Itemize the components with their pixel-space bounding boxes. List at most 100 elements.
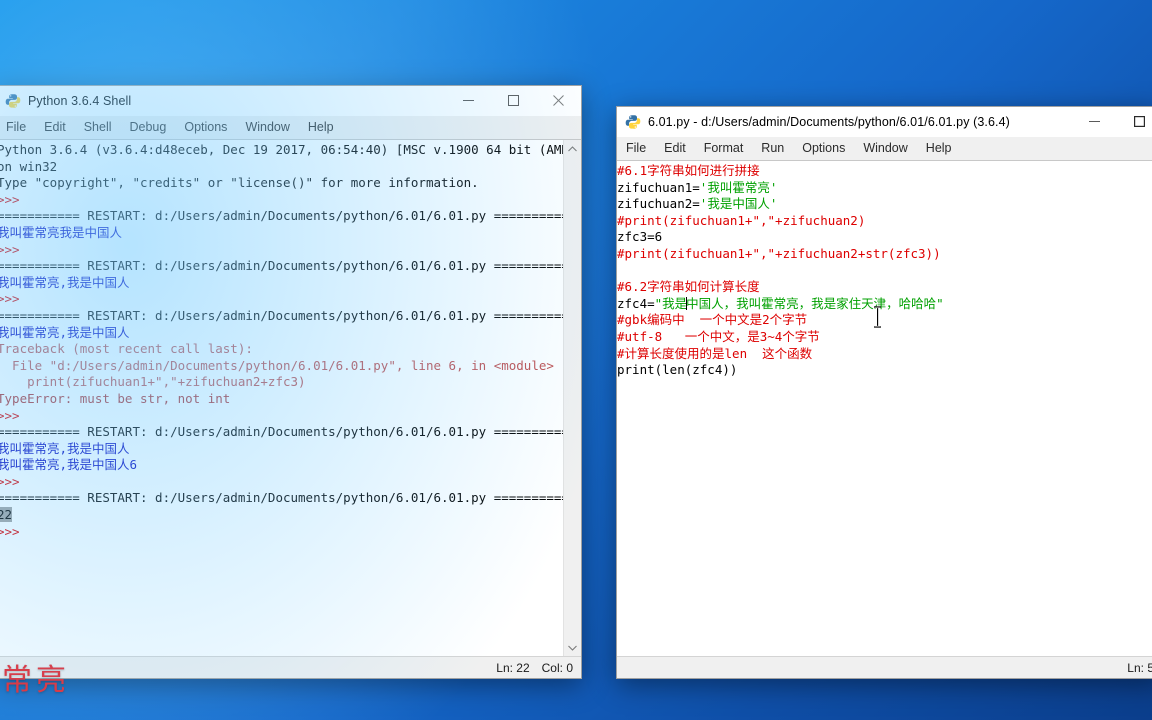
shell-line: on win32: [0, 159, 563, 176]
shell-output-text[interactable]: Python 3.6.4 (v3.6.4:d48eceb, Dec 19 201…: [0, 140, 563, 656]
shell-line: =========== RESTART: d:/Users/admin/Docu…: [0, 258, 563, 275]
shell-line: 我叫霍常亮,我是中国人6: [0, 457, 563, 474]
shell-statusbar: Ln: 22 Col: 0: [0, 656, 581, 678]
editor-statusbar: Ln: 5: [617, 656, 1152, 678]
scroll-down-icon[interactable]: [564, 639, 581, 656]
scroll-up-icon[interactable]: [564, 140, 581, 157]
editor-line: #print(zifuchuan1+","+zifuchuan2): [617, 213, 1152, 230]
editor-code-text[interactable]: #6.1字符串如何进行拼接 zifuchuan1='我叫霍常亮' zifuchuan…: [617, 161, 1152, 656]
shell-text-span: >>>: [0, 291, 28, 307]
maximize-icon[interactable]: [491, 86, 536, 115]
shell-text-span: 我叫霍常亮,我是中国人6: [0, 457, 138, 473]
shell-line: =========== RESTART: d:/Users/admin/Docu…: [0, 308, 563, 325]
editor-line: zifuchuan1='我叫霍常亮': [617, 180, 1152, 197]
shell-line: Traceback (most recent call last):: [0, 341, 563, 358]
python-logo-icon: [625, 114, 641, 130]
shell-col-indicator: Col: 0: [541, 660, 573, 675]
shell-text-span: =========== RESTART: d:/Users/admin/Docu…: [0, 258, 563, 274]
editor-menubar[interactable]: File Edit Format Run Options Window Help: [617, 137, 1152, 161]
shell-line: >>>: [0, 242, 563, 259]
shell-text-span: =========== RESTART: d:/Users/admin/Docu…: [0, 208, 563, 224]
close-icon[interactable]: [536, 86, 581, 115]
editor-menu-format[interactable]: Format: [695, 137, 753, 160]
shell-menu-window[interactable]: Window: [236, 116, 298, 139]
watermark-text: 常亮: [2, 663, 70, 698]
editor-text-area-wrap[interactable]: #6.1字符串如何进行拼接 zifuchuan1='我叫霍常亮' zifuchuan…: [617, 161, 1152, 656]
shell-line: >>>: [0, 291, 563, 308]
python-shell-window[interactable]: Python 3.6.4 Shell File Edit Shell Debug Opt…: [0, 85, 582, 679]
shell-line: =========== RESTART: d:/Users/admin/Docu…: [0, 424, 563, 441]
editor-line: #6.2字符串如何计算长度: [617, 279, 1152, 296]
editor-menu-file[interactable]: File: [617, 137, 655, 160]
minimize-icon[interactable]: [1072, 107, 1117, 136]
shell-text-span: TypeError: must be str, not int: [0, 390, 231, 406]
shell-text-span: Python 3.6.4 (v3.6.4:d48eceb, Dec 19 201…: [0, 142, 563, 157]
editor-menu-options[interactable]: Options: [793, 137, 854, 160]
shell-text-span: 我叫霍常亮,我是中国人: [0, 440, 130, 456]
python-editor-window[interactable]: 6.01.py - d:/Users/admin/Documents/pytho…: [616, 106, 1152, 679]
editor-menu-run[interactable]: Run: [752, 137, 793, 160]
shell-line: File "d:/Users/admin/Documents/python/6.…: [0, 358, 563, 375]
shell-menu-help[interactable]: Help: [299, 116, 343, 139]
editor-line: #计算长度使用的是len 这个函数: [617, 346, 1152, 363]
shell-menu-shell[interactable]: Shell: [75, 116, 121, 139]
editor-menu-window[interactable]: Window: [854, 137, 916, 160]
shell-line: >>>: [0, 408, 563, 425]
editor-line: #6.1字符串如何进行拼接: [617, 163, 1152, 180]
shell-menu-options[interactable]: Options: [175, 116, 236, 139]
shell-scrollbar[interactable]: [563, 140, 581, 656]
editor-text-span: #6.1字符串如何进行拼接: [617, 163, 760, 178]
editor-line: zifuchuan2='我是中国人': [617, 196, 1152, 213]
shell-line: TypeError: must be str, not int: [0, 391, 563, 408]
shell-line: >>>: [0, 192, 563, 209]
editor-line: zfc3=6: [617, 229, 1152, 246]
shell-line-indicator: Ln: 22: [496, 660, 530, 675]
shell-window-buttons[interactable]: [446, 86, 581, 115]
shell-text-span: >>>: [0, 523, 28, 539]
shell-text-span: 我叫霍常亮我是中国人: [0, 224, 123, 240]
shell-line: Type "copyright", "credits" or "license(…: [0, 175, 563, 192]
shell-line: >>>: [0, 474, 563, 491]
editor-text-span: #gbk编码中 一个中文是2个字节: [617, 312, 808, 328]
shell-line: =========== RESTART: d:/Users/admin/Docu…: [0, 208, 563, 225]
shell-text-span: =========== RESTART: d:/Users/admin/Docu…: [0, 490, 563, 506]
shell-line: print(zifuchuan1+","+zifuchuan2+zfc3): [0, 374, 563, 391]
editor-text-span: 中国人，我叫霍常亮，我是家住天津，哈哈哈": [686, 295, 944, 311]
editor-text-span: #utf-8 一个中文，是3~4个字节: [617, 328, 820, 344]
editor-titlebar[interactable]: 6.01.py - d:/Users/admin/Documents/pytho…: [617, 107, 1152, 137]
shell-menubar[interactable]: File Edit Shell Debug Options Window Help: [0, 116, 581, 140]
shell-line: Python 3.6.4 (v3.6.4:d48eceb, Dec 19 201…: [0, 142, 563, 159]
shell-text-span: File "d:/Users/admin/Documents/python/6.…: [0, 357, 554, 373]
shell-text-span: 我叫霍常亮,我是中国人: [0, 274, 130, 290]
desktop-background: Python 3.6.4 Shell File Edit Shell Debug Opt…: [0, 0, 1152, 720]
editor-text-span: #print(zifuchuan1+","+zifuchuan2): [617, 212, 866, 228]
editor-line: zfc4="我是中国人，我叫霍常亮，我是家住天津，哈哈哈": [617, 296, 1152, 313]
minimize-icon[interactable]: [446, 86, 491, 115]
shell-menu-file[interactable]: File: [0, 116, 35, 139]
shell-text-area-wrap[interactable]: Python 3.6.4 (v3.6.4:d48eceb, Dec 19 201…: [0, 140, 581, 656]
shell-text-span: 22: [0, 507, 13, 523]
editor-window-buttons[interactable]: [1072, 107, 1152, 136]
editor-line: #gbk编码中 一个中文是2个字节: [617, 312, 1152, 329]
shell-text-span: =========== RESTART: d:/Users/admin/Docu…: [0, 424, 563, 440]
editor-text-span: zifuchuan1=: [617, 179, 700, 195]
editor-text-span: #6.2字符串如何计算长度: [617, 279, 760, 295]
python-logo-icon: [5, 93, 21, 109]
editor-menu-edit[interactable]: Edit: [655, 137, 695, 160]
editor-line: #utf-8 一个中文，是3~4个字节: [617, 329, 1152, 346]
editor-menu-help[interactable]: Help: [917, 137, 961, 160]
shell-text-span: =========== RESTART: d:/Users/admin/Docu…: [0, 307, 563, 323]
editor-text-span: print(len(zfc4)): [617, 362, 738, 378]
shell-titlebar[interactable]: Python 3.6.4 Shell: [0, 86, 581, 116]
shell-text-span: Type "copyright", "credits" or "license(…: [0, 175, 479, 191]
editor-text-span: zfc4=: [617, 295, 655, 311]
shell-menu-edit[interactable]: Edit: [35, 116, 75, 139]
shell-line: 我叫霍常亮,我是中国人: [0, 441, 563, 458]
editor-text-span: zfc3=6: [617, 229, 663, 245]
maximize-icon[interactable]: [1117, 107, 1152, 136]
editor-text-span: zifuchuan2=: [617, 196, 700, 212]
editor-text-span: '我是中国人': [699, 196, 778, 212]
shell-text-span: print(zifuchuan1+","+zifuchuan2+zfc3): [0, 374, 306, 390]
shell-menu-debug[interactable]: Debug: [121, 116, 176, 139]
